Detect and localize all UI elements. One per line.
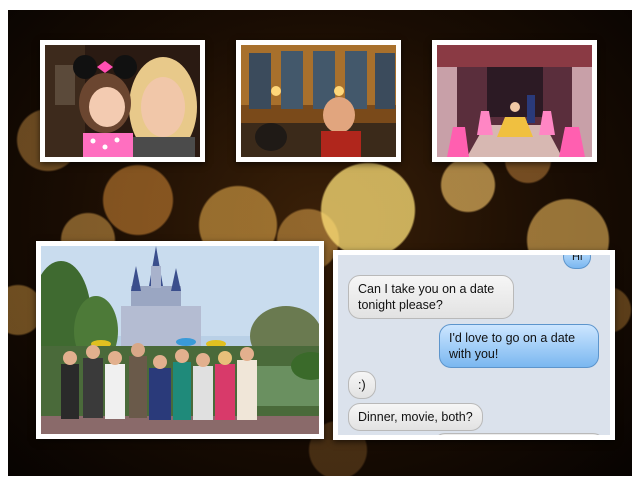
photo-family-castle-image: [41, 246, 319, 434]
photo-princess-stage-show-image: [437, 45, 592, 157]
photo-man-in-ballroom-image: [241, 45, 396, 157]
photo-girl-and-woman: [40, 40, 205, 162]
photo-man-in-ballroom: [236, 40, 401, 162]
message-bubble-partial: [433, 433, 605, 435]
messages-screen: Hi Can I take you on a date tonight plea…: [338, 255, 610, 435]
text-messages-screenshot: Hi Can I take you on a date tonight plea…: [333, 250, 615, 440]
photo-family-castle: [36, 241, 324, 439]
message-bubble-outgoing: I'd love to go on a date with you!: [439, 324, 599, 368]
photo-princess-stage-show: [432, 40, 597, 162]
photo-girl-and-woman-image: [45, 45, 200, 157]
collage-board: Hi Can I take you on a date tonight plea…: [8, 10, 632, 476]
message-bubble-incoming: Can I take you on a date tonight please?: [348, 275, 514, 319]
message-bubble-outgoing: Hi: [563, 255, 592, 269]
message-bubble-incoming: Dinner, movie, both?: [348, 403, 483, 431]
message-bubble-incoming: :): [348, 371, 376, 399]
